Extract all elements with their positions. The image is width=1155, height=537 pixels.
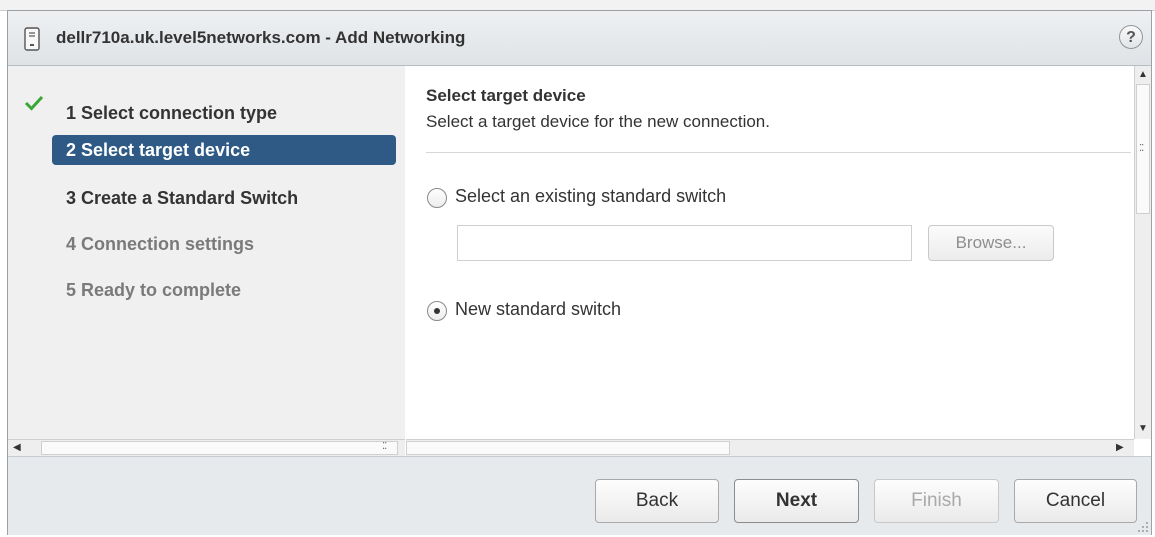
wizard-content-panel: Select target device Select a target dev… [406, 66, 1131, 439]
grip-dots-icon: ⁚⁚ [1139, 143, 1144, 154]
step-select-connection-type[interactable]: 1 Select connection type [52, 98, 396, 128]
step-connection-settings: 4 Connection settings [66, 234, 255, 254]
checkmark-icon [24, 95, 44, 111]
cancel-button[interactable]: Cancel [1014, 479, 1137, 523]
dialog-title: dellr710a.uk.level5networks.com - Add Ne… [56, 28, 466, 47]
content-subtitle: Select a target device for the new conne… [426, 112, 770, 131]
browse-button[interactable]: Browse... [928, 225, 1054, 261]
dialog-title-bar[interactable]: dellr710a.uk.level5networks.com - Add Ne… [8, 11, 1151, 66]
nav-horizontal-scrollbar[interactable]: ◀ ⁚⁚ [8, 439, 405, 456]
content-divider [426, 152, 1131, 153]
scroll-down-arrow-icon[interactable]: ▼ [1138, 424, 1148, 434]
existing-switch-label[interactable]: Select an existing standard switch [455, 186, 726, 207]
finish-button: Finish [874, 479, 999, 523]
content-horizontal-scrollbar[interactable]: ▶ [406, 439, 1134, 456]
host-server-icon [24, 27, 40, 51]
scroll-left-arrow-icon[interactable]: ◀ [13, 443, 21, 453]
new-switch-label[interactable]: New standard switch [455, 299, 621, 320]
resize-grip-icon[interactable] [1137, 521, 1149, 533]
scroll-right-arrow-icon[interactable]: ▶ [1116, 443, 1124, 453]
add-networking-dialog: dellr710a.uk.level5networks.com - Add Ne… [7, 10, 1152, 535]
existing-switch-input[interactable] [457, 225, 912, 261]
back-button[interactable]: Back [595, 479, 719, 523]
scroll-up-arrow-icon[interactable]: ▲ [1138, 70, 1148, 80]
grip-dots-icon: ⁚⁚ [382, 441, 387, 452]
content-title: Select target device [426, 86, 586, 105]
dialog-footer: Back Next Finish Cancel [8, 456, 1151, 535]
vertical-scroll-thumb[interactable]: ⁚⁚ [1136, 84, 1150, 214]
radio-selected-dot [434, 308, 440, 314]
nav-horizontal-scroll-thumb[interactable]: ⁚⁚ [41, 441, 398, 455]
new-switch-radio[interactable] [427, 301, 447, 321]
wizard-steps-panel: 1 Select connection type 2 Select target… [8, 66, 405, 439]
step-create-standard-switch[interactable]: 3 Create a Standard Switch [52, 183, 396, 213]
existing-switch-radio[interactable] [427, 188, 447, 208]
step-select-target-device[interactable]: 2 Select target device [52, 135, 396, 165]
next-button[interactable]: Next [734, 479, 859, 523]
step-ready-to-complete: 5 Ready to complete [66, 280, 242, 300]
content-horizontal-scroll-thumb[interactable] [406, 441, 730, 455]
help-button[interactable]: ? [1119, 25, 1143, 49]
vertical-scrollbar[interactable]: ▲ ⁚⁚ ▼ [1134, 66, 1151, 439]
